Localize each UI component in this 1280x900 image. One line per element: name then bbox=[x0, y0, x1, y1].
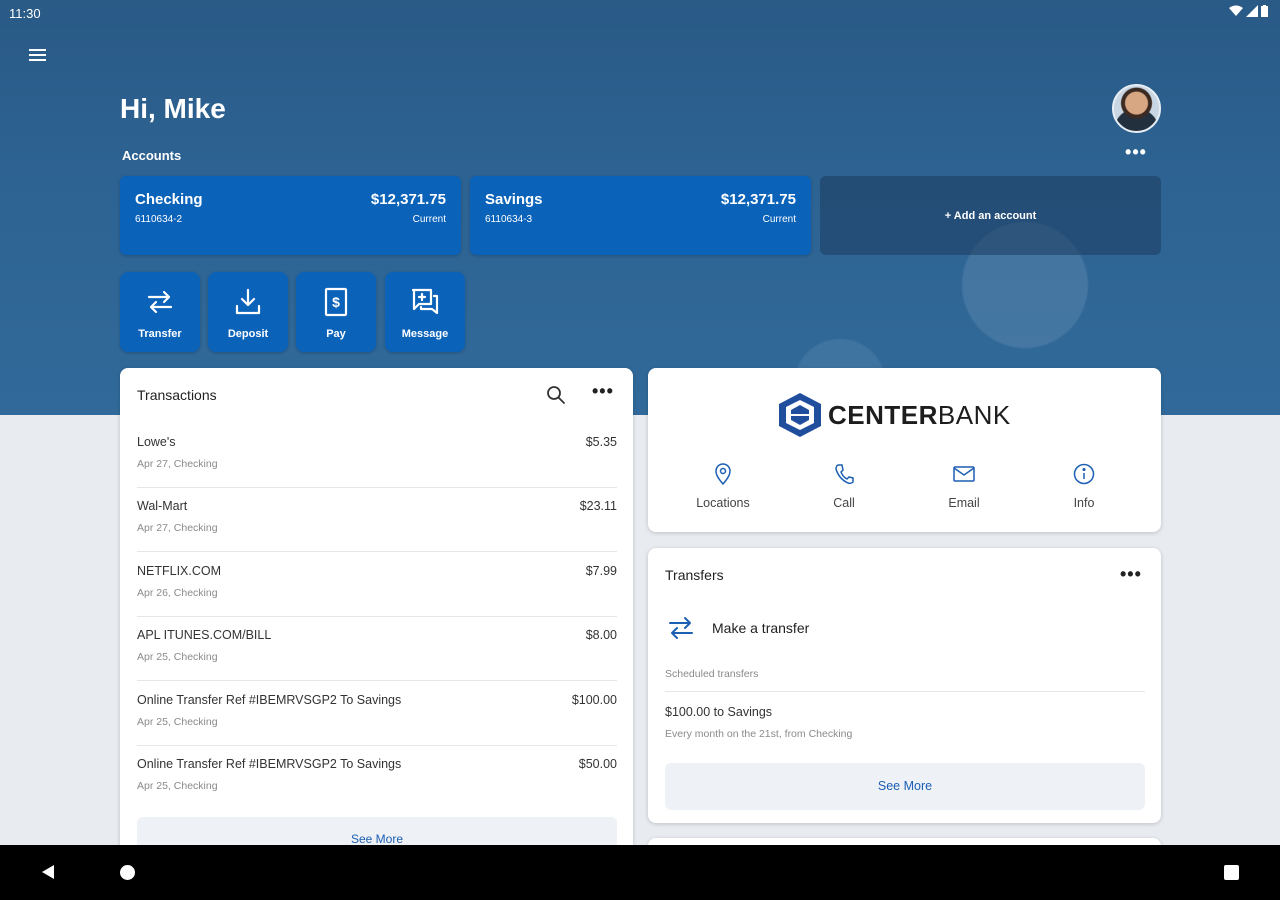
transactions-card: Transactions ••• Lowe's Apr 27, Checking… bbox=[120, 368, 633, 868]
transaction-description: Wal-Mart bbox=[137, 499, 188, 513]
account-card-savings[interactable]: Savings 6110634-3 $12,371.75 Current bbox=[470, 176, 811, 255]
status-icons bbox=[1229, 5, 1268, 17]
account-card-checking[interactable]: Checking 6110634-2 $12,371.75 Current bbox=[120, 176, 461, 255]
message-button[interactable]: Message bbox=[385, 272, 465, 352]
back-icon[interactable] bbox=[40, 864, 56, 880]
transfers-see-more-button[interactable]: See More bbox=[665, 763, 1145, 810]
transaction-amount: $50.00 bbox=[578, 757, 617, 771]
status-time: 11:30 bbox=[9, 6, 41, 21]
transaction-subtitle: Apr 27, Checking bbox=[137, 458, 218, 470]
table-row[interactable]: NETFLIX.COM Apr 26, Checking $7.99 bbox=[137, 552, 617, 617]
transaction-subtitle: Apr 25, Checking bbox=[137, 716, 218, 728]
make-transfer-label: Make a transfer bbox=[712, 620, 810, 636]
transaction-description: NETFLIX.COM bbox=[137, 564, 222, 578]
bank-link-label: Email bbox=[948, 496, 980, 510]
transaction-subtitle: Apr 26, Checking bbox=[137, 587, 218, 599]
action-label: Pay bbox=[326, 328, 346, 340]
action-label: Message bbox=[401, 328, 449, 340]
add-account-button[interactable]: + Add an account bbox=[820, 176, 1161, 255]
transaction-amount: $8.00 bbox=[585, 628, 617, 642]
bank-name-light: BANK bbox=[937, 399, 1011, 430]
balance-label: Current bbox=[762, 214, 796, 225]
scheduled-transfer-detail: Every month on the 21st, from Checking bbox=[665, 728, 853, 740]
transaction-description: Lowe's bbox=[137, 435, 176, 449]
bank-card: CENTERBANK Locations Call Email Info bbox=[648, 368, 1161, 532]
account-name: Checking bbox=[135, 191, 203, 208]
info-icon bbox=[1073, 463, 1095, 485]
table-row[interactable]: Lowe's Apr 27, Checking $5.35 bbox=[137, 423, 617, 488]
transaction-amount: $23.11 bbox=[579, 499, 617, 513]
transfer-icon bbox=[147, 290, 173, 314]
hamburger-menu-icon[interactable] bbox=[24, 44, 50, 70]
phone-icon bbox=[835, 464, 854, 485]
pay-icon: $ bbox=[324, 287, 348, 317]
greeting: Hi, Mike bbox=[120, 93, 226, 124]
call-button[interactable]: Call bbox=[789, 463, 899, 510]
bank-logo-icon bbox=[779, 393, 821, 437]
transactions-more-icon[interactable]: ••• bbox=[592, 381, 614, 402]
recent-apps-icon[interactable] bbox=[1224, 865, 1239, 880]
scheduled-transfer-title: $100.00 to Savings bbox=[665, 705, 773, 719]
scheduled-transfer-item[interactable]: $100.00 to Savings Every month on the 21… bbox=[665, 705, 1145, 740]
transaction-description: Online Transfer Ref #IBEMRVSGP2 To Savin… bbox=[137, 757, 402, 771]
transaction-amount: $100.00 bbox=[571, 693, 617, 707]
search-icon[interactable] bbox=[545, 384, 567, 406]
bank-name: CENTERBANK bbox=[828, 400, 1011, 431]
account-name: Savings bbox=[485, 191, 543, 208]
account-balance: $12,371.75 bbox=[720, 191, 796, 208]
transaction-amount: $7.99 bbox=[585, 564, 617, 578]
action-label: Transfer bbox=[138, 328, 182, 340]
bank-link-label: Locations bbox=[696, 496, 750, 510]
table-row[interactable]: Online Transfer Ref #IBEMRVSGP2 To Savin… bbox=[137, 681, 617, 746]
table-row[interactable]: Wal-Mart Apr 27, Checking $23.11 bbox=[137, 487, 617, 552]
transaction-amount: $5.35 bbox=[585, 435, 617, 449]
bank-link-label: Info bbox=[1073, 496, 1095, 510]
transfers-more-icon[interactable]: ••• bbox=[1120, 564, 1142, 585]
accounts-label: Accounts bbox=[122, 148, 182, 163]
battery-icon bbox=[1261, 5, 1268, 17]
transfer-icon bbox=[669, 617, 693, 639]
locations-button[interactable]: Locations bbox=[668, 463, 778, 510]
bank-name-bold: CENTER bbox=[828, 399, 938, 430]
transactions-title: Transactions bbox=[137, 387, 217, 403]
home-icon[interactable] bbox=[120, 865, 135, 880]
info-button[interactable]: Info bbox=[1029, 463, 1139, 510]
svg-text:$: $ bbox=[332, 294, 340, 310]
bank-logo: CENTERBANK bbox=[778, 392, 1011, 438]
scheduled-transfers-label: Scheduled transfers bbox=[665, 668, 759, 680]
deposit-button[interactable]: Deposit bbox=[208, 272, 288, 352]
signal-icon bbox=[1246, 5, 1258, 17]
table-row[interactable]: APL ITUNES.COM/BILL Apr 25, Checking $8.… bbox=[137, 616, 617, 681]
account-balance: $12,371.75 bbox=[370, 191, 446, 208]
message-icon bbox=[411, 288, 439, 315]
transfers-title: Transfers bbox=[665, 567, 724, 583]
divider bbox=[665, 691, 1145, 692]
accounts-more-icon[interactable]: ••• bbox=[1122, 142, 1150, 166]
transaction-description: Online Transfer Ref #IBEMRVSGP2 To Savin… bbox=[137, 693, 402, 707]
table-row[interactable]: Online Transfer Ref #IBEMRVSGP2 To Savin… bbox=[137, 745, 617, 810]
system-nav-bar bbox=[0, 845, 1280, 900]
transfers-card: Transfers ••• Make a transfer Scheduled … bbox=[648, 548, 1161, 823]
location-pin-icon bbox=[715, 463, 731, 485]
make-transfer-button[interactable]: Make a transfer bbox=[665, 612, 965, 644]
transaction-subtitle: Apr 27, Checking bbox=[137, 522, 218, 534]
transaction-description: APL ITUNES.COM/BILL bbox=[137, 628, 272, 642]
transfer-button[interactable]: Transfer bbox=[120, 272, 200, 352]
transaction-subtitle: Apr 25, Checking bbox=[137, 651, 218, 663]
pay-button[interactable]: $ Pay bbox=[296, 272, 376, 352]
avatar[interactable] bbox=[1112, 84, 1161, 133]
account-number: 6110634-3 bbox=[485, 214, 533, 225]
wifi-icon bbox=[1229, 5, 1243, 16]
status-bar: 11:30 bbox=[0, 0, 1280, 26]
balance-label: Current bbox=[412, 214, 446, 225]
action-label: Deposit bbox=[227, 328, 269, 340]
deposit-icon bbox=[235, 288, 261, 315]
envelope-icon bbox=[953, 466, 975, 482]
email-button[interactable]: Email bbox=[909, 463, 1019, 510]
transaction-subtitle: Apr 25, Checking bbox=[137, 780, 218, 792]
account-number: 6110634-2 bbox=[135, 214, 183, 225]
bank-link-label: Call bbox=[833, 496, 855, 510]
